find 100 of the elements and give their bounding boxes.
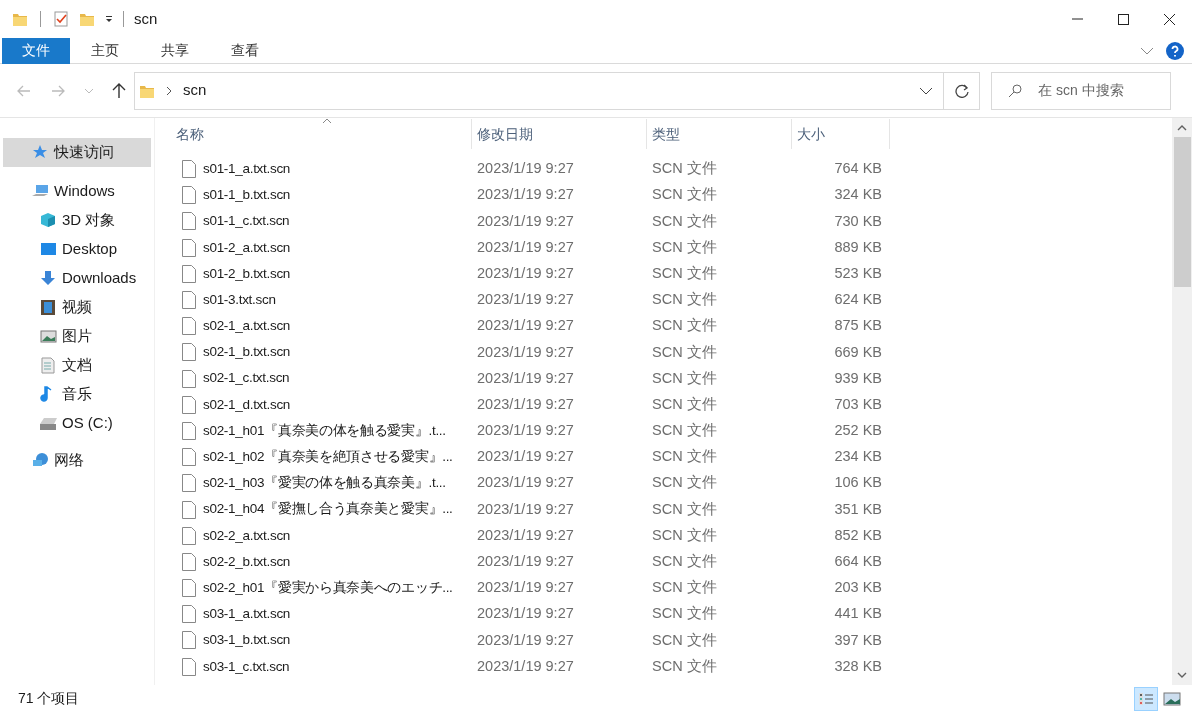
modified-date: 2023/1/19 9:27 xyxy=(476,447,575,467)
file-name[interactable]: s02-1_a.txt.scn xyxy=(203,316,291,337)
sidebar-item[interactable]: 视频 xyxy=(3,293,151,322)
tiles-view-icon xyxy=(1163,689,1181,708)
close-icon xyxy=(1163,13,1175,25)
new-folder-icon[interactable] xyxy=(79,11,95,27)
forward-arrow-icon[interactable] xyxy=(50,84,66,97)
file-name[interactable]: s02-1_h03『愛実の体を触る真奈美』.t... xyxy=(203,473,446,494)
breadcrumb-item[interactable]: scn xyxy=(183,79,207,102)
cube-icon xyxy=(40,212,57,229)
sidebar-item[interactable]: Windows xyxy=(3,177,151,206)
file-icon xyxy=(182,343,196,362)
sidebar-item[interactable]: 音乐 xyxy=(3,380,151,409)
window-title: scn xyxy=(134,8,158,29)
sidebar-item[interactable]: 文档 xyxy=(3,351,151,380)
sidebar-item[interactable]: OS (C:) xyxy=(3,409,151,438)
column-header[interactable]: 修改日期 xyxy=(472,119,647,149)
sidebar-item[interactable]: 3D 对象 xyxy=(3,206,151,235)
file-icon xyxy=(182,291,196,310)
file-size: 252 KB xyxy=(833,421,882,441)
sidebar-item[interactable]: 图片 xyxy=(3,322,151,351)
file-name[interactable]: s02-1_b.txt.scn xyxy=(203,342,291,363)
help-icon[interactable] xyxy=(1166,41,1184,60)
file-size: 703 KB xyxy=(833,394,882,414)
picture-icon xyxy=(40,328,57,345)
file-type: SCN 文件 xyxy=(651,604,718,624)
file-type: SCN 文件 xyxy=(651,394,718,414)
file-name[interactable]: s01-1_c.txt.scn xyxy=(203,211,290,232)
file-icon xyxy=(182,317,196,336)
sort-ascending-icon xyxy=(322,118,332,124)
file-name[interactable]: s01-3.txt.scn xyxy=(203,289,276,311)
refresh-icon xyxy=(954,83,969,98)
maximize-icon xyxy=(1117,13,1129,25)
file-size: 328 KB xyxy=(833,656,882,676)
search-field[interactable]: 在 scn 中搜索 xyxy=(1038,80,1168,101)
scrollbar[interactable] xyxy=(1172,118,1192,685)
file-name[interactable]: s02-2_b.txt.scn xyxy=(203,551,291,573)
file-name[interactable]: s03-1_c.txt.scn xyxy=(203,656,290,677)
modified-date: 2023/1/19 9:27 xyxy=(476,263,575,283)
file-size: 875 KB xyxy=(833,316,882,336)
file-name[interactable]: s03-1_b.txt.scn xyxy=(203,630,291,651)
refresh-button[interactable] xyxy=(944,71,980,110)
search-box[interactable]: 在 scn 中搜索 xyxy=(991,71,1171,110)
ribbon-tab[interactable]: 共享 xyxy=(140,37,210,64)
file-name[interactable]: s01-1_b.txt.scn xyxy=(203,185,291,206)
file-name[interactable]: s02-1_h04『愛撫し合う真奈美と愛実』... xyxy=(203,499,453,520)
file-name[interactable]: s02-1_d.txt.scn xyxy=(203,394,291,415)
file-icon xyxy=(182,526,196,545)
file-type: SCN 文件 xyxy=(651,211,718,231)
ribbon-tab[interactable]: 主页 xyxy=(70,37,140,64)
expand-ribbon-icon[interactable] xyxy=(1140,46,1154,55)
file-name[interactable]: s02-1_h01『真奈美の体を触る愛実』.t... xyxy=(203,420,446,442)
file-icon xyxy=(182,605,196,624)
file-icon xyxy=(182,474,196,493)
modified-date: 2023/1/19 9:27 xyxy=(476,211,575,231)
modified-date: 2023/1/19 9:27 xyxy=(476,421,575,441)
file-size: 397 KB xyxy=(833,630,882,650)
details-view-button[interactable] xyxy=(1134,686,1158,711)
sidebar-item[interactable]: 快速访问 xyxy=(3,138,151,167)
column-header[interactable]: 类型 xyxy=(647,119,792,149)
ribbon-tab[interactable]: 查看 xyxy=(210,37,280,64)
file-icon xyxy=(182,631,196,650)
sidebar-item[interactable]: Downloads xyxy=(3,264,151,293)
file-type: SCN 文件 xyxy=(651,630,718,650)
drive-icon xyxy=(40,415,57,432)
file-type: SCN 文件 xyxy=(651,421,718,441)
file-size: 234 KB xyxy=(833,447,882,467)
download-icon xyxy=(40,270,57,287)
address-dropdown-icon[interactable] xyxy=(919,86,933,95)
sidebar-item[interactable]: Desktop xyxy=(3,235,151,264)
address-field[interactable]: scn xyxy=(134,71,944,110)
file-name[interactable]: s02-2_h01『愛実から真奈美へのエッチ... xyxy=(203,577,453,599)
properties-icon[interactable] xyxy=(53,11,69,27)
file-type: SCN 文件 xyxy=(651,656,718,676)
back-arrow-icon[interactable] xyxy=(16,84,32,97)
file-name[interactable]: s02-1_h02『真奈美を絶頂させる愛実』... xyxy=(203,447,453,468)
file-size: 852 KB xyxy=(833,525,882,545)
scrollbar-thumb[interactable] xyxy=(1173,137,1191,287)
file-icon xyxy=(182,552,196,571)
recent-caret-icon[interactable] xyxy=(84,87,94,94)
column-header[interactable]: 大小 xyxy=(792,119,890,149)
file-name[interactable]: s03-1_a.txt.scn xyxy=(203,604,291,625)
file-name[interactable]: s01-2_a.txt.scn xyxy=(203,237,291,258)
ribbon-tab[interactable]: 文件 xyxy=(2,37,70,64)
desktop-icon xyxy=(40,241,57,258)
file-icon xyxy=(182,579,196,598)
file-name[interactable]: s01-2_b.txt.scn xyxy=(203,263,291,284)
scroll-down-icon[interactable] xyxy=(1177,671,1187,679)
file-name[interactable]: s01-1_a.txt.scn xyxy=(203,158,291,180)
file-name[interactable]: s02-1_c.txt.scn xyxy=(203,368,290,389)
file-name[interactable]: s02-2_a.txt.scn xyxy=(203,525,291,546)
folder-icon[interactable] xyxy=(12,11,28,27)
dropdown-icon[interactable] xyxy=(105,15,113,23)
up-arrow-icon[interactable] xyxy=(112,82,126,99)
sidebar-item[interactable]: 网络 xyxy=(3,446,151,475)
modified-date: 2023/1/19 9:27 xyxy=(476,237,575,257)
modified-date: 2023/1/19 9:27 xyxy=(476,630,575,650)
modified-date: 2023/1/19 9:27 xyxy=(476,368,575,388)
scroll-up-icon[interactable] xyxy=(1177,124,1187,132)
column-header[interactable]: 名称 xyxy=(155,119,472,149)
